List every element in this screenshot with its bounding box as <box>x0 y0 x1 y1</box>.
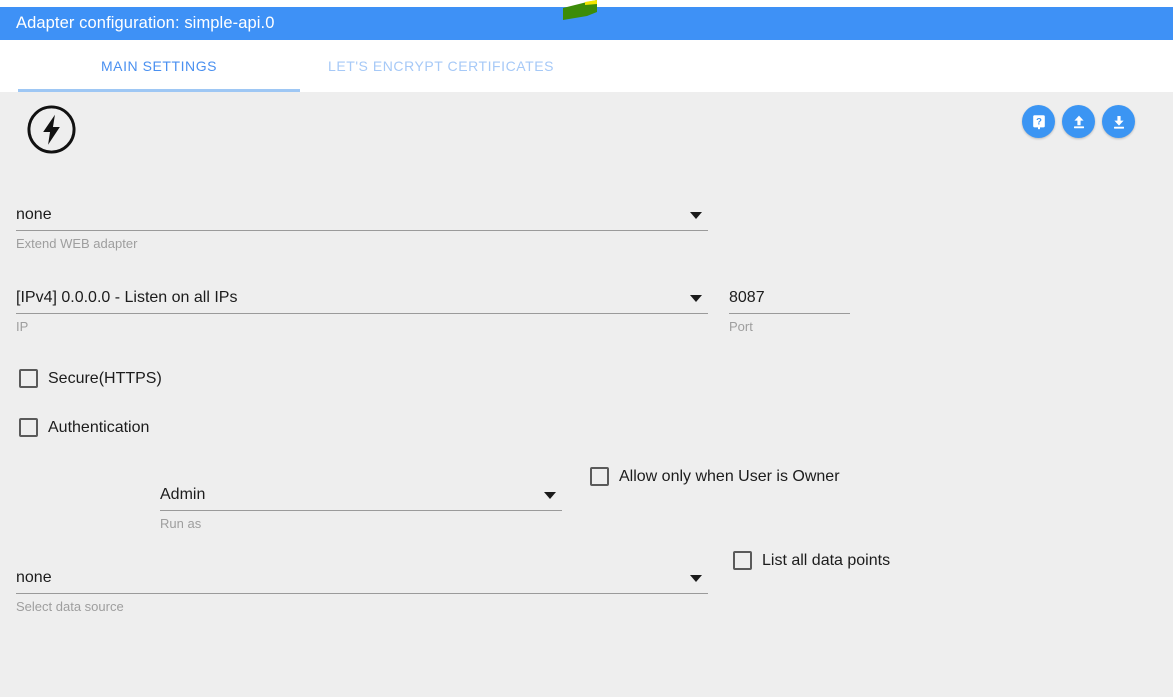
tab-main-settings[interactable]: MAIN SETTINGS <box>18 40 300 92</box>
run-as-value: Admin <box>160 486 206 504</box>
authentication-label: Authentication <box>48 418 150 436</box>
extend-web-adapter-value: none <box>16 206 52 224</box>
authentication-checkbox[interactable] <box>19 418 38 437</box>
extend-web-adapter-field[interactable]: none Extend WEB adapter <box>16 195 708 251</box>
allow-only-owner-checkbox[interactable] <box>590 467 609 486</box>
data-source-select[interactable]: none <box>16 558 708 594</box>
port-hint: Port <box>729 319 753 334</box>
download-button[interactable] <box>1102 105 1135 138</box>
tab-lets-encrypt-certificates[interactable]: LET'S ENCRYPT CERTIFICATES <box>300 40 582 92</box>
list-all-data-points-checkbox-row[interactable]: List all data points <box>733 551 890 570</box>
authentication-checkbox-row[interactable]: Authentication <box>19 418 149 437</box>
lightning-bolt-circle-icon <box>27 105 76 154</box>
port-value: 8087 <box>729 289 765 307</box>
extend-web-adapter-select[interactable]: none <box>16 195 708 231</box>
upload-icon <box>1073 115 1084 128</box>
panel-action-buttons: ? <box>1022 105 1135 138</box>
allow-only-owner-checkbox-row[interactable]: Allow only when User is Owner <box>590 467 840 486</box>
tab-main-settings-label: MAIN SETTINGS <box>100 58 218 74</box>
run-as-select[interactable]: Admin <box>160 475 562 511</box>
secure-https-checkbox[interactable] <box>19 369 38 388</box>
ip-hint: IP <box>16 319 29 334</box>
secure-https-checkbox-row[interactable]: Secure(HTTPS) <box>19 369 162 388</box>
main-settings-panel: ? none Extend WEB adapter [IPv4] 0.0.0.0… <box>0 92 1173 697</box>
adapter-configuration-window: Adapter configuration: simple-api.0 MAIN… <box>0 0 1173 697</box>
ip-field[interactable]: [IPv4] 0.0.0.0 - Listen on all IPs IP <box>16 278 708 334</box>
help-button[interactable]: ? <box>1022 105 1055 138</box>
tab-bar: MAIN SETTINGS LET'S ENCRYPT CERTIFICATES <box>18 40 1173 92</box>
run-as-hint: Run as <box>160 516 202 531</box>
window-title: Adapter configuration: simple-api.0 <box>16 14 275 32</box>
data-source-value: none <box>16 569 52 587</box>
tab-lets-encrypt-certificates-label: LET'S ENCRYPT CERTIFICATES <box>328 58 554 74</box>
port-input[interactable]: 8087 <box>729 278 850 314</box>
ip-select[interactable]: [IPv4] 0.0.0.0 - Listen on all IPs <box>16 278 708 314</box>
run-as-field[interactable]: Admin Run as <box>160 475 562 531</box>
list-all-data-points-label: List all data points <box>762 551 891 569</box>
secure-https-label: Secure(HTTPS) <box>48 369 162 387</box>
port-field[interactable]: 8087 Port <box>729 278 850 334</box>
svg-text:?: ? <box>1036 116 1042 127</box>
ip-value: [IPv4] 0.0.0.0 - Listen on all IPs <box>16 289 238 307</box>
help-question-icon: ? <box>1032 114 1045 129</box>
extend-web-adapter-hint: Extend WEB adapter <box>16 236 138 251</box>
chevron-down-icon <box>690 575 702 582</box>
chevron-down-icon <box>544 492 556 499</box>
title-bar: Adapter configuration: simple-api.0 <box>0 7 1173 40</box>
allow-only-owner-label: Allow only when User is Owner <box>619 467 840 485</box>
chevron-down-icon <box>690 212 702 219</box>
upload-button[interactable] <box>1062 105 1095 138</box>
data-source-hint: Select data source <box>16 599 124 614</box>
list-all-data-points-checkbox[interactable] <box>733 551 752 570</box>
data-source-field[interactable]: none Select data source <box>16 558 708 614</box>
download-icon <box>1113 115 1124 129</box>
chevron-down-icon <box>690 295 702 302</box>
